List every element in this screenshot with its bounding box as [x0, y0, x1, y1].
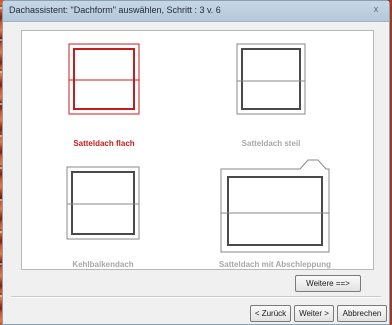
close-icon[interactable]: x [371, 4, 381, 14]
roof-shape-panel: Satteldach flach Satteldach steil Kehlba… [21, 30, 374, 270]
roof-flat-gable-icon [68, 43, 140, 115]
next-button[interactable]: Weiter > [294, 305, 334, 322]
option-label-satteldach-flach[interactable]: Satteldach flach [68, 139, 140, 148]
window-title: Dachassistent: "Dachform" auswählen, Sch… [9, 5, 221, 15]
option-kehlbalkendach[interactable] [66, 166, 140, 240]
back-button[interactable]: < Zurück [250, 305, 291, 322]
option-label-satteldach-mit-abschleppung[interactable]: Satteldach mit Abschleppung [214, 260, 336, 269]
option-label-satteldach-steil[interactable]: Satteldach steil [221, 139, 321, 148]
cancel-button[interactable]: Abbrechen [337, 305, 387, 322]
roof-steep-gable-icon [236, 43, 306, 115]
more-button[interactable]: Weitere ==> [295, 275, 361, 292]
option-satteldach-mit-abschleppung[interactable] [220, 159, 330, 253]
separator [11, 296, 381, 298]
collar-beam-roof-icon [66, 166, 140, 240]
wizard-dialog: Dachassistent: "Dachform" auswählen, Sch… [2, 0, 390, 325]
title-bar: Dachassistent: "Dachform" auswählen, Sch… [3, 1, 389, 22]
option-satteldach-steil[interactable] [236, 43, 306, 115]
option-satteldach-flach[interactable] [68, 43, 140, 115]
option-label-kehlbalkendach[interactable]: Kehlbalkendach [58, 260, 148, 269]
gable-roof-with-dormer-icon [220, 159, 330, 253]
